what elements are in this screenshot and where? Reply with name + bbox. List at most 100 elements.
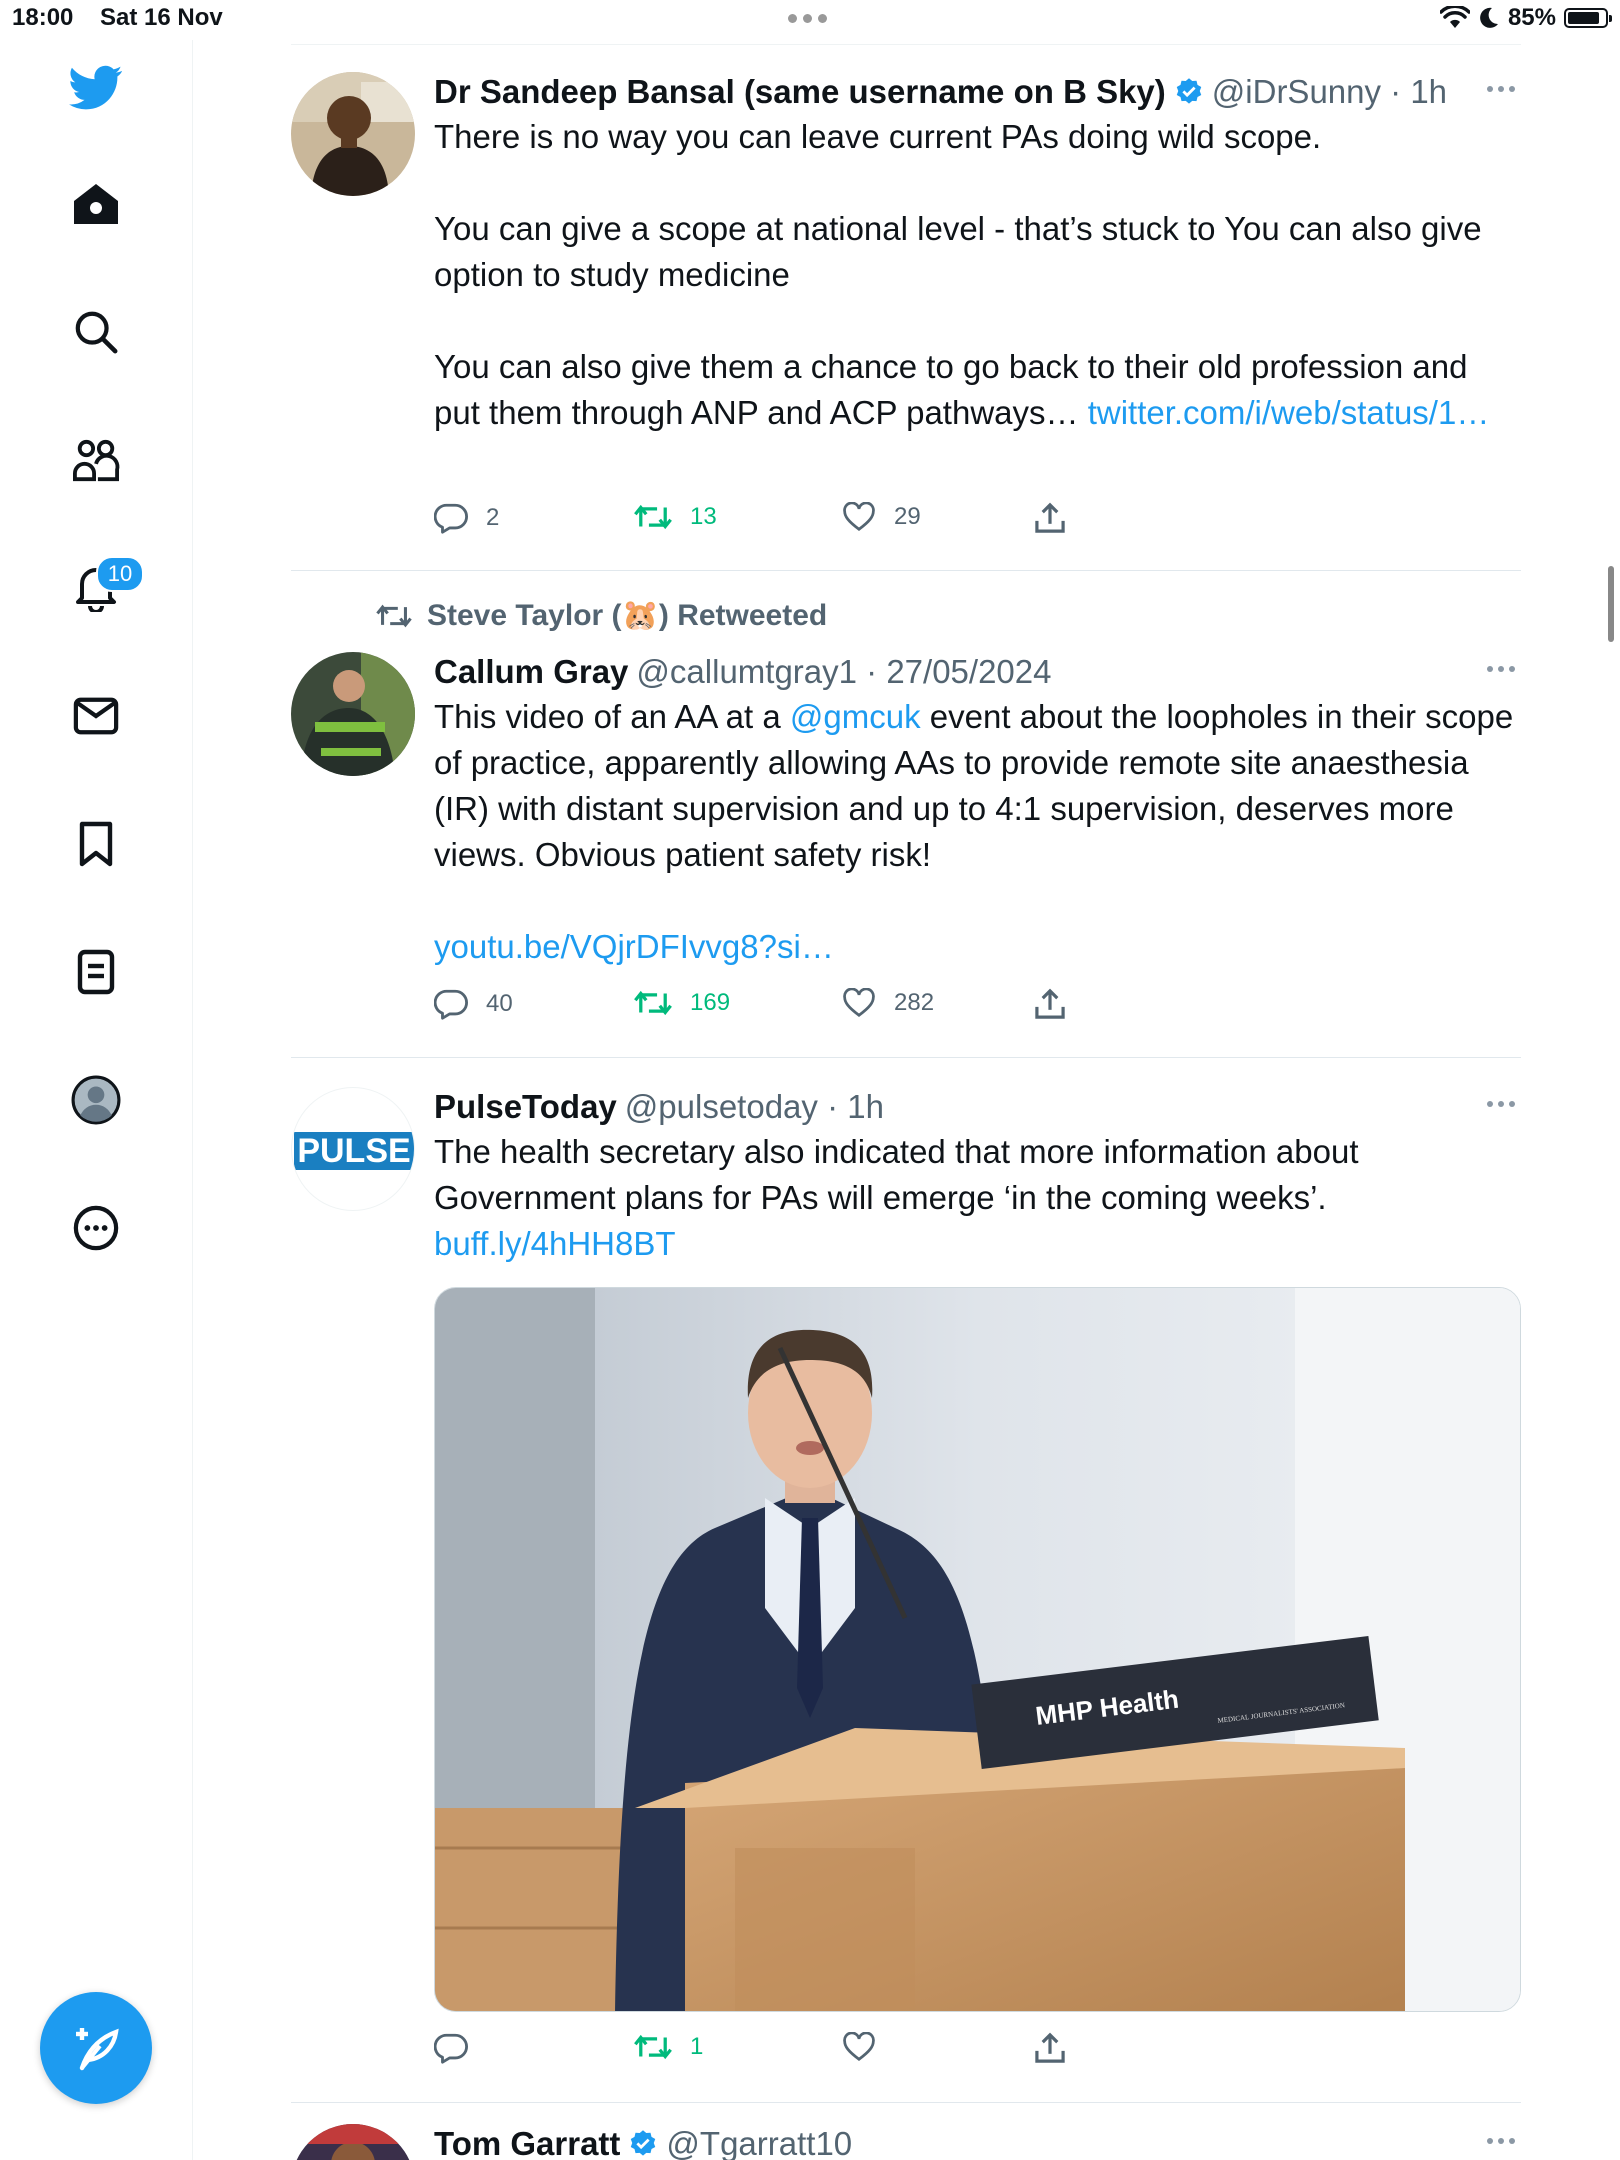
tweet-text: This video of an AA at a @gmcuk event ab… [434, 694, 1521, 970]
share-button[interactable] [1034, 502, 1066, 534]
tweet-text: There is no way you can leave current PA… [434, 114, 1521, 436]
tweet-paragraph: youtu.be/VQjrDFIvvg8?si… [434, 924, 1521, 970]
tweet-paragraph: The health secretary also indicated that… [434, 1129, 1521, 1267]
multitasking-dots-icon[interactable] [788, 14, 827, 23]
twitter-logo-icon[interactable] [66, 58, 126, 118]
tweet-more-icon[interactable] [1487, 2138, 1517, 2146]
like-button[interactable]: 282 [842, 988, 934, 1018]
pulse-logo-text: PULSE [297, 1132, 410, 1170]
feed-scrollbar[interactable] [1608, 566, 1614, 642]
heart-icon [843, 988, 875, 1017]
tweet-text-before: This video of an AA at a [434, 698, 790, 735]
display-name[interactable]: Tom Garratt [434, 2124, 620, 2160]
mention-link[interactable]: @gmcuk [790, 698, 921, 735]
communities-icon[interactable] [66, 430, 126, 490]
tweet-paragraph: You can also give them a chance to go ba… [434, 344, 1521, 436]
tweet-header: Dr Sandeep Bansal (same username on B Sk… [434, 72, 1521, 112]
lists-icon[interactable] [66, 942, 126, 1002]
retweet-count: 169 [690, 989, 731, 1016]
bookmarks-icon[interactable] [66, 814, 126, 874]
reply-button[interactable]: 2 [434, 502, 499, 534]
reply-count: 2 [486, 504, 500, 531]
tweet-more-icon[interactable] [1487, 1101, 1517, 1109]
heart-icon [843, 2032, 875, 2061]
feed-top-divider [291, 44, 1521, 45]
battery-icon [1564, 8, 1612, 28]
tweet-link[interactable]: youtu.be/VQjrDFIvvg8?si… [434, 928, 834, 965]
tweet-more-icon[interactable] [1487, 86, 1517, 94]
handle[interactable]: @Tgarratt10 [666, 2124, 852, 2160]
retweet-context-text: Steve Taylor (🐹) Retweeted [427, 599, 828, 632]
retweet-icon [634, 504, 672, 530]
display-name[interactable]: PulseToday [434, 1087, 617, 1127]
handle-and-time[interactable]: @pulsetoday · 1h [625, 1087, 884, 1127]
search-icon[interactable] [66, 302, 126, 362]
handle-and-time[interactable]: @callumtgray1 · 27/05/2024 [636, 652, 1051, 692]
retweet-count: 1 [690, 2033, 704, 2060]
tweet-divider [291, 570, 1521, 571]
tweet-divider [291, 2102, 1521, 2103]
share-icon [1035, 2032, 1065, 2063]
avatar[interactable] [291, 2124, 415, 2160]
share-icon [1035, 502, 1065, 533]
verified-badge-icon [1176, 78, 1202, 104]
status-bar: 18:00 Sat 16 Nov 85% [0, 0, 1620, 40]
retweet-context-icon [376, 604, 412, 627]
tweet-actions: 40 169 282 [434, 988, 1134, 1028]
status-indicators: 85% [1439, 4, 1612, 32]
tweet-divider [291, 1057, 1521, 1058]
tweet-text: The health secretary also indicated that… [434, 1129, 1521, 1267]
retweet-button[interactable]: 13 [634, 502, 717, 532]
tweet-4[interactable]: Tom Garratt @Tgarratt10 [291, 2124, 1521, 2160]
moon-icon [1480, 7, 1498, 28]
share-icon [1035, 988, 1065, 1019]
tweet-paragraph-text: The health secretary also indicated that… [434, 1133, 1359, 1216]
tweet-header: PulseToday @pulsetoday · 1h [434, 1087, 1521, 1127]
reply-icon [434, 503, 468, 534]
avatar[interactable]: PULSE [291, 1087, 415, 1211]
tweet-paragraph: There is no way you can leave current PA… [434, 118, 1322, 155]
tweet-3-footer: 1 [291, 2032, 1521, 2072]
tweet-image[interactable]: MHP Health MEDICAL JOURNALISTS' ASSOCIAT… [434, 1287, 1521, 2012]
notifications-badge: 10 [96, 556, 144, 592]
compose-tweet-button[interactable] [40, 1992, 152, 2104]
retweet-count: 13 [690, 503, 717, 530]
tweet-link[interactable]: twitter.com/i/web/status/1… [1088, 394, 1490, 431]
reply-count: 40 [486, 990, 513, 1017]
tweet-header: Tom Garratt @Tgarratt10 [434, 2124, 1521, 2160]
wifi-icon [1439, 6, 1470, 28]
status-time: 18:00 [12, 4, 74, 31]
like-count: 282 [894, 989, 935, 1016]
compose-feather-icon [76, 2028, 119, 2071]
tweet-more-icon[interactable] [1487, 666, 1517, 674]
retweet-button[interactable]: 169 [634, 988, 730, 1018]
display-name[interactable]: Callum Gray [434, 652, 628, 692]
retweet-button[interactable]: 1 [634, 2032, 703, 2062]
home-icon[interactable] [66, 174, 126, 234]
share-button[interactable] [1034, 988, 1066, 1020]
like-count: 29 [894, 503, 921, 530]
share-button[interactable] [1034, 2032, 1066, 2064]
avatar[interactable] [291, 72, 415, 196]
tweet-paragraph: This video of an AA at a @gmcuk event ab… [434, 694, 1521, 878]
status-date: Sat 16 Nov [100, 4, 223, 31]
tweet-actions: 2 13 29 [434, 502, 1134, 542]
more-options-icon[interactable] [66, 1198, 126, 1258]
verified-badge-icon [631, 2130, 656, 2156]
like-button[interactable]: 29 [842, 502, 921, 532]
reply-button[interactable]: 40 [434, 988, 513, 1020]
handle-and-time[interactable]: @iDrSunny · 1h [1212, 72, 1447, 112]
retweet-context[interactable]: Steve Taylor (🐹) Retweeted [375, 598, 827, 633]
reply-icon [434, 2033, 468, 2064]
like-button[interactable] [842, 2032, 876, 2062]
heart-icon [843, 502, 875, 531]
messages-mail-icon[interactable] [66, 686, 126, 746]
reply-button[interactable] [434, 2032, 468, 2064]
battery-percent: 85% [1507, 4, 1556, 31]
profile-avatar-icon[interactable] [66, 1070, 126, 1130]
tweet-link[interactable]: buff.ly/4hHH8BT [434, 1225, 676, 1262]
display-name[interactable]: Dr Sandeep Bansal (same username on B Sk… [434, 72, 1166, 112]
retweet-icon [634, 2034, 672, 2060]
avatar[interactable] [291, 652, 415, 776]
reply-icon [434, 989, 468, 1020]
